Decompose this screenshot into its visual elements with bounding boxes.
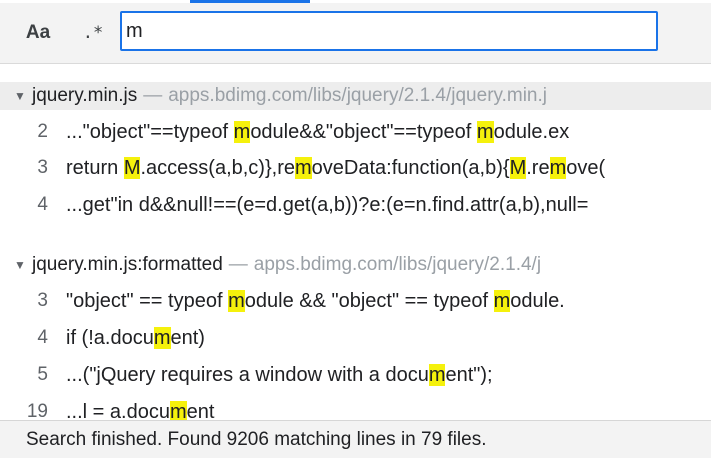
match-highlight: m [169,400,187,420]
status-text: Search finished. Found 9206 matching lin… [26,428,487,450]
match-highlight: m [476,120,494,143]
match-highlight: M [123,156,141,179]
line-number: 19 [26,401,48,420]
match-highlight: m [295,156,312,179]
result-line[interactable]: 3 return M.access(a,b,c)},removeData:fun… [0,153,711,183]
match-highlight: m [233,120,251,143]
line-code: ...get"in d&&null!==(e=d.get(a,b))?e:(e=… [66,193,589,216]
line-code: "object" == typeof module && "object" ==… [66,289,565,312]
match-highlight: m [153,326,171,349]
separator: — [228,254,248,275]
line-code: ...l = a.document [66,400,214,420]
regex-toggle-button[interactable]: .* [72,15,114,51]
line-number: 4 [37,327,48,348]
line-code: return M.access(a,b,c)},removeData:funct… [66,156,606,179]
match-case-button[interactable]: Aa [12,15,64,51]
match-highlight: m [428,363,446,386]
match-highlight: m [493,289,511,312]
file-group-header[interactable]: ▼ jquery.min.js — apps.bdimg.com/libs/jq… [0,82,711,110]
separator: — [143,85,163,106]
match-highlight: M [509,156,527,179]
file-group-header[interactable]: ▼ jquery.min.js:formatted — apps.bdimg.c… [0,251,711,279]
line-number: 4 [37,194,48,215]
match-highlight: m [549,156,567,179]
line-number: 5 [37,364,48,385]
file-url: apps.bdimg.com/libs/jquery/2.1.4/jquery.… [168,85,548,106]
match-highlight: m [228,289,245,312]
result-line[interactable]: 5 ...("jQuery requires a window with a d… [0,360,711,390]
search-input[interactable] [120,11,658,51]
triangle-down-icon[interactable]: ▼ [14,258,32,272]
line-code: if (!a.document) [66,326,205,349]
result-line[interactable]: 2 ..."object"==typeof module&&"object"==… [0,117,711,147]
line-number: 3 [37,157,48,178]
triangle-down-icon[interactable]: ▼ [14,89,32,103]
result-line[interactable]: 3 "object" == typeof module && "object" … [0,286,711,316]
status-bar: Search finished. Found 9206 matching lin… [0,420,711,458]
file-name: jquery.min.js [32,85,138,106]
search-results: ▼ jquery.min.js — apps.bdimg.com/libs/jq… [0,64,711,420]
file-name: jquery.min.js:formatted [32,254,223,275]
line-code: ..."object"==typeof module&&"object"==ty… [66,120,570,143]
result-line[interactable]: 19 ...l = a.document [0,397,711,420]
result-line[interactable]: 4 if (!a.document) [0,323,711,353]
result-line[interactable]: 4 ...get"in d&&null!==(e=d.get(a,b))?e:(… [0,190,711,220]
line-number: 2 [37,121,48,142]
file-url: apps.bdimg.com/libs/jquery/2.1.4/j [253,254,542,275]
line-code: ...("jQuery requires a window with a doc… [66,363,493,386]
search-toolbar: Aa .* [0,3,711,64]
line-number: 3 [37,290,48,311]
